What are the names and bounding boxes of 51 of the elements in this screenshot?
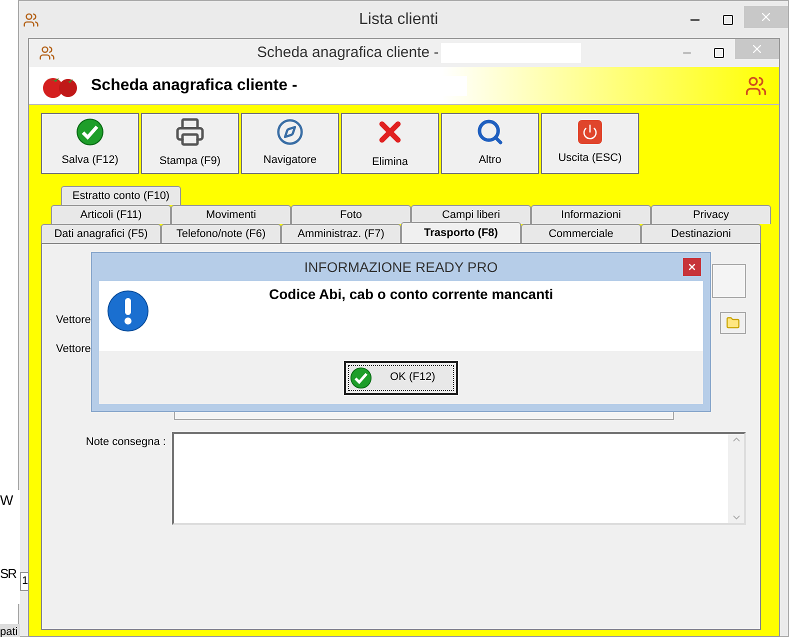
- tab[interactable]: Movimenti: [171, 205, 291, 224]
- tab[interactable]: Foto: [291, 205, 411, 224]
- toolbar-button[interactable]: Salva (F12): [41, 113, 139, 174]
- tab[interactable]: Dati anagrafici (F5): [41, 224, 161, 243]
- tab[interactable]: Campi liberi: [411, 205, 531, 224]
- toolbar-button[interactable]: Stampa (F9): [141, 113, 239, 174]
- maximize-icon[interactable]: [722, 14, 734, 26]
- window-title: Scheda anagrafica cliente -: [257, 42, 439, 63]
- toolbar-button[interactable]: Altro: [441, 113, 539, 174]
- tab[interactable]: Articoli (F11): [51, 205, 171, 224]
- cell-text: W: [0, 491, 14, 510]
- magnifier-icon: [476, 118, 504, 146]
- ok-button[interactable]: OK (F12): [344, 360, 458, 394]
- users-icon: [23, 12, 39, 28]
- field-label: Note consegna :: [84, 435, 167, 450]
- power-icon: [578, 120, 602, 144]
- tab-label: pati: [0, 624, 20, 637]
- tab[interactable]: Commerciale: [521, 224, 641, 243]
- tab[interactable]: Privacy: [651, 205, 771, 224]
- toolbar-button[interactable]: Navigatore: [241, 113, 339, 174]
- input-field[interactable]: [712, 264, 746, 298]
- cell-text: SR: [0, 565, 16, 583]
- tab[interactable]: Destinazioni: [641, 224, 761, 243]
- tab[interactable]: Estratto conto (F10): [61, 186, 181, 205]
- close-icon: [759, 10, 773, 24]
- window-title: Lista clienti: [359, 10, 438, 30]
- tab[interactable]: Trasporto (F8): [401, 222, 521, 243]
- users-icon: [39, 45, 55, 61]
- folder-icon: [726, 316, 740, 330]
- checkmark-icon: [350, 366, 372, 388]
- compass-icon: [276, 118, 304, 146]
- close-icon: [687, 262, 697, 272]
- close-icon: [750, 42, 764, 56]
- maximize-icon[interactable]: [713, 47, 725, 59]
- checkmark-icon: [76, 118, 104, 146]
- toolbar-button[interactable]: Elimina: [341, 113, 439, 174]
- dialog-title: INFORMAZIONE READY PRO: [304, 258, 498, 276]
- close-button[interactable]: [683, 258, 701, 276]
- exclamation-icon: [107, 290, 149, 332]
- toolbar-button[interactable]: Uscita (ESC): [541, 113, 639, 174]
- notes-field[interactable]: [172, 432, 746, 525]
- tab[interactable]: Informazioni: [531, 205, 651, 224]
- tab[interactable]: Telefono/note (F6): [161, 224, 281, 243]
- dialog-message: Codice Abi, cab o conto corrente mancanti: [269, 285, 554, 304]
- folder-button[interactable]: [720, 312, 746, 334]
- users-icon: [745, 74, 767, 96]
- header-title: Scheda anagrafica cliente -: [91, 76, 298, 96]
- printer-icon: [175, 117, 205, 148]
- tab[interactable]: Amministraz. (F7): [281, 224, 401, 243]
- field-label: Vettore: [56, 342, 91, 356]
- field-label: Vettore: [56, 313, 91, 328]
